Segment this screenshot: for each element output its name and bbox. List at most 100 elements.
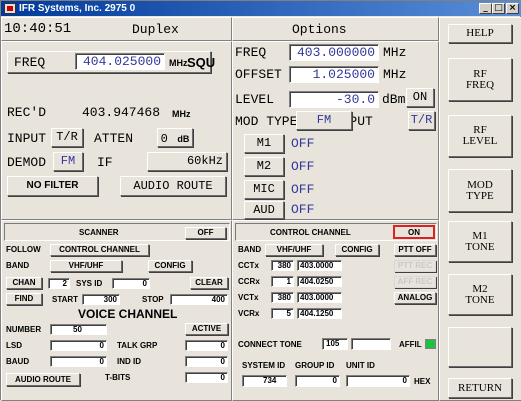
start-value[interactable]: 300 <box>82 294 120 305</box>
stop-label: STOP <box>142 295 164 304</box>
rx-freq-value[interactable]: 404.025000 <box>75 53 165 70</box>
ptt-off-button[interactable]: PTT OFF <box>394 244 436 256</box>
no-filter-button[interactable]: NO FILTER <box>7 176 98 196</box>
connect-tone-label: CONNECT TONE <box>238 340 302 349</box>
number-value[interactable]: 50 <box>50 324 107 335</box>
ind-id-label: IND ID <box>117 357 141 366</box>
minimize-icon[interactable]: _ <box>479 3 492 14</box>
stop-value[interactable]: 400 <box>170 294 228 305</box>
unit-id-value[interactable]: 0 <box>346 375 410 387</box>
cc-band-button[interactable]: VHF/UHF <box>265 244 323 256</box>
number-label: NUMBER <box>6 325 42 334</box>
follow-button[interactable]: CONTROL CHANNEL <box>50 244 149 256</box>
control-channel-panel: CONTROL CHANNEL ON BAND VHF/UHF CONFIG P… <box>232 220 439 401</box>
find-button[interactable]: FIND <box>6 293 42 305</box>
cctx-freq: 403.0000 <box>297 260 342 271</box>
rf-on-button[interactable]: ON <box>406 88 434 107</box>
maximize-icon[interactable]: □ <box>492 3 505 14</box>
ccrx-freq: 404.0250 <box>297 276 342 287</box>
clear-button[interactable]: CLEAR <box>190 277 228 289</box>
control-on-button[interactable]: ON <box>393 225 435 239</box>
baud-value: 0 <box>50 356 107 367</box>
analog-button[interactable]: ANALOG <box>394 292 436 304</box>
m2-button[interactable]: M2 <box>244 157 284 176</box>
mic-button[interactable]: MIC <box>244 180 284 199</box>
rf-level-button[interactable]: RF LEVEL <box>448 115 512 157</box>
cc-config-button[interactable]: CONFIG <box>335 244 379 256</box>
system-id-label: SYSTEM ID <box>242 361 286 370</box>
control-channel-title: CONTROL CHANNEL <box>270 228 351 237</box>
level-value[interactable]: -30.0 <box>289 91 379 108</box>
demod-button[interactable]: FM <box>53 152 83 171</box>
m1-tone-button[interactable]: M1 TONE <box>448 221 512 262</box>
generator-panel: FREQ 403.000000 MHz OFFSET 1.025000 MHz … <box>232 41 439 220</box>
m1-state: OFF <box>291 136 315 151</box>
if-button[interactable]: 60kHz <box>147 152 227 171</box>
aud-button[interactable]: AUD <box>244 201 284 219</box>
window-title: IFR Systems, Inc. 2975 0 <box>19 3 136 14</box>
gen-freq-value[interactable]: 403.000000 <box>289 44 379 61</box>
m2-state: OFF <box>291 159 315 174</box>
vctx-label: VCTx <box>238 293 259 302</box>
baud-label: BAUD <box>6 357 30 366</box>
rx-freq-unit: MHz <box>169 58 188 68</box>
rx-freq-label: FREQ <box>14 55 46 70</box>
system-id-value[interactable]: 734 <box>242 375 287 387</box>
scanner-audio-route-button[interactable]: AUDIO ROUTE <box>6 373 80 386</box>
if-label: IF <box>97 155 113 170</box>
close-icon[interactable]: × <box>506 3 519 14</box>
softkey-column: HELP RF FREQ RF LEVEL MOD TYPE M1 TONE M2 TON… <box>439 17 521 401</box>
offset-value[interactable]: 1.025000 <box>289 66 379 83</box>
offset-unit: MHz <box>383 67 407 82</box>
input-button[interactable]: T/R <box>51 128 83 147</box>
blank-softkey[interactable] <box>448 327 512 367</box>
level-label: LEVEL <box>235 92 275 107</box>
ccrx-channel[interactable]: 1 <box>271 276 294 287</box>
mic-state: OFF <box>291 182 315 197</box>
ptt-rec-button[interactable]: PTT REC <box>394 260 436 272</box>
scanner-band-button[interactable]: VHF/UHF <box>50 260 122 272</box>
input-label: INPUT <box>7 131 47 146</box>
vcrx-channel[interactable]: 5 <box>271 308 294 319</box>
title-bar: IFR Systems, Inc. 2975 0 _ □ × <box>1 1 521 16</box>
return-button[interactable]: RETURN <box>448 378 512 398</box>
scanner-config-button[interactable]: CONFIG <box>148 260 192 272</box>
scanner-off-button[interactable]: OFF <box>185 227 226 239</box>
squ-label: SQU <box>187 55 216 70</box>
gen-freq-label: FREQ <box>235 45 267 60</box>
clock: 10:40:51 <box>4 21 72 37</box>
group-id-value[interactable]: 0 <box>295 375 340 387</box>
output-button[interactable]: T/R <box>408 111 435 130</box>
sys-id-value[interactable]: 0 <box>112 278 150 289</box>
chan-value[interactable]: 2 <box>48 278 70 289</box>
recd-unit: MHz <box>172 109 191 119</box>
mod-type-button[interactable]: FM <box>296 111 352 130</box>
vctx-freq: 403.0000 <box>297 292 342 303</box>
voice-channel-title: VOICE CHANNEL <box>78 307 178 321</box>
vcrx-freq: 404.1250 <box>297 308 342 319</box>
offset-label: OFFSET <box>235 67 282 82</box>
mod-type-softkey[interactable]: MOD TYPE <box>448 169 512 212</box>
chan-button[interactable]: CHAN <box>6 277 42 289</box>
atten-button[interactable]: 0 dB <box>157 128 193 147</box>
rf-freq-button[interactable]: RF FREQ <box>448 58 512 101</box>
help-button[interactable]: HELP <box>448 24 512 43</box>
connect-tone-value[interactable]: 105 <box>322 338 348 350</box>
rx-audio-route-button[interactable]: AUDIO ROUTE <box>120 176 226 196</box>
active-button[interactable]: ACTIVE <box>185 323 228 335</box>
connect-tone-spare <box>351 338 391 350</box>
cctx-channel[interactable]: 380 <box>271 260 294 271</box>
ind-id-value: 0 <box>185 356 228 367</box>
level-unit: dBm <box>382 92 406 107</box>
talk-grp-label: TALK GRP <box>117 341 158 350</box>
aff-rec-button[interactable]: AFF REC <box>394 276 436 288</box>
m1-button[interactable]: M1 <box>244 134 284 153</box>
ccrx-label: CCRx <box>238 277 260 286</box>
scanner-band-label: BAND <box>6 261 30 270</box>
aud-state: OFF <box>291 202 315 217</box>
m2-tone-button[interactable]: M2 TONE <box>448 274 512 315</box>
mod-type-label: MOD TYPE <box>235 114 298 129</box>
recd-value: 403.947468 <box>82 105 161 120</box>
app-window: IFR Systems, Inc. 2975 0 _ □ × 10:40:51 … <box>0 0 521 401</box>
vctx-channel[interactable]: 380 <box>271 292 294 303</box>
